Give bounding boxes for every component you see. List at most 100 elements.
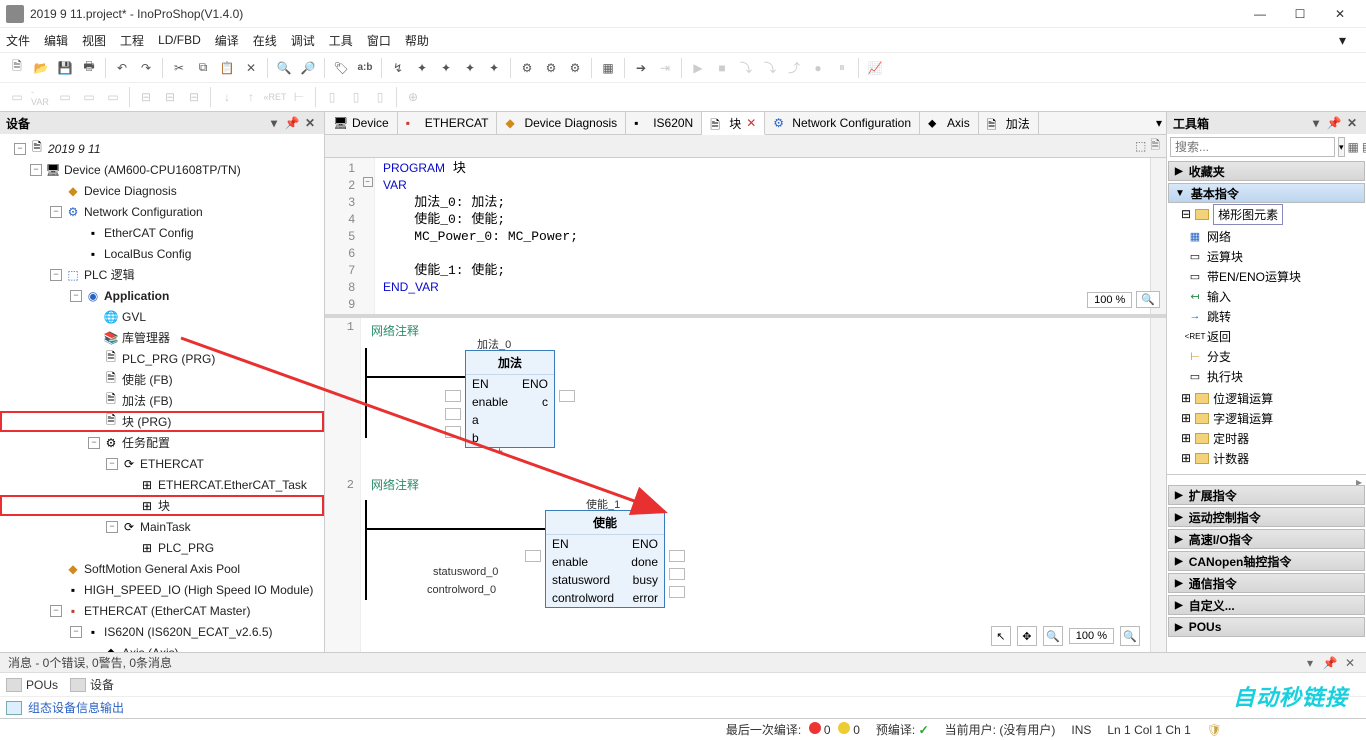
run-icon[interactable]: ▶ (687, 57, 709, 79)
block-shineng[interactable]: 使能 ENENO enabledone statuswordbusy contr… (545, 510, 665, 608)
menu-ldfbd[interactable]: LD/FBD (158, 33, 201, 47)
item-jump[interactable]: →跳转 (1187, 306, 1366, 326)
search-opt2-icon[interactable]: ▤ (1362, 137, 1366, 157)
tree-netconf[interactable]: −⚙Network Configuration (0, 201, 324, 222)
lt14-icon[interactable]: ⊕ (402, 86, 424, 108)
cat-comm[interactable]: ▶通信指令 (1168, 573, 1365, 593)
folder-bitlogic[interactable]: ⊞位逻辑运算 (1175, 388, 1366, 408)
lt-ret-icon[interactable]: «RET (264, 86, 286, 108)
tree-ethercat-cfg[interactable]: ▪EtherCAT Config (0, 222, 324, 243)
new-icon[interactable]: 🗎 (6, 57, 28, 79)
messages-pin-icon[interactable]: 📌 (1322, 655, 1338, 671)
stop-icon[interactable]: ■ (711, 57, 733, 79)
folder-timer[interactable]: ⊞定时器 (1175, 428, 1366, 448)
device-tree[interactable]: −🗎2019 9 11 −🖥Device (AM600-CPU1608TP/TN… (0, 134, 324, 652)
tree-plc-logic[interactable]: −⬚PLC 逻辑 (0, 264, 324, 285)
tag3-icon[interactable]: ✦ (483, 57, 505, 79)
lt8-icon[interactable]: ↓ (216, 86, 238, 108)
tree-is620n[interactable]: −▪IS620N (IS620N_ECAT_v2.6.5) (0, 621, 324, 642)
tree-device[interactable]: −🖥Device (AM600-CPU1608TP/TN) (0, 159, 324, 180)
lt-var-icon[interactable]: -VAR (30, 86, 52, 108)
minimize-button[interactable]: — (1240, 2, 1280, 26)
tab-axis[interactable]: ⬥Axis (920, 112, 979, 134)
lt4-icon[interactable]: ▭ (102, 86, 124, 108)
toolbox-close-icon[interactable]: ✕ (1344, 115, 1360, 131)
search-input[interactable] (1170, 137, 1335, 157)
messages-dropdown-icon[interactable]: ▾ (1302, 655, 1318, 671)
tab-ethercat[interactable]: ▪ETHERCAT (398, 112, 498, 134)
ladder-cursor-icon[interactable]: ↖ (991, 626, 1011, 646)
menu-help[interactable]: 帮助 (405, 32, 429, 49)
item-eneno[interactable]: ▭带EN/ENO运算块 (1187, 266, 1366, 286)
tree-jiafa-fb[interactable]: 🗎加法 (FB) (0, 390, 324, 411)
messages-close-icon[interactable]: ✕ (1342, 655, 1358, 671)
pause-icon[interactable]: ⏸ (831, 57, 853, 79)
cat-ext[interactable]: ▶扩展指令 (1168, 485, 1365, 505)
config-output-bar[interactable]: 组态设备信息输出 (0, 696, 1366, 718)
item-network[interactable]: ▦网络 (1187, 226, 1366, 246)
ab-icon[interactable]: a:b (354, 57, 376, 79)
cat-canopen[interactable]: ▶CANopen轴控指令 (1168, 551, 1365, 571)
tree-diagnosis[interactable]: ◆Device Diagnosis (0, 180, 324, 201)
ladder-editor[interactable]: 1 2 网络注释 加法_0 加法 ENENO enablec a b (325, 318, 1166, 652)
cat-pous[interactable]: ▶POUs (1168, 617, 1365, 637)
tree-shineng-fb[interactable]: 🗎使能 (FB) (0, 369, 324, 390)
lt9-icon[interactable]: ↑ (240, 86, 262, 108)
tree-root[interactable]: −🗎2019 9 11 (0, 138, 324, 159)
tab-is620n[interactable]: ▪IS620N (626, 112, 702, 134)
tab-jiafa[interactable]: 🗎加法 (979, 112, 1039, 134)
lt5-icon[interactable]: ⊟ (135, 86, 157, 108)
subcat-ladder[interactable]: ⊟梯形图元素 (1175, 204, 1366, 224)
toolbox-pin-icon[interactable]: 📌 (1326, 115, 1342, 131)
bottom-tab-devices[interactable]: 设备 (70, 676, 114, 693)
tree-axis[interactable]: ⬥Axis (Axis) (0, 642, 324, 652)
tree-application[interactable]: −◉Application (0, 285, 324, 306)
tree-ethercat-task-group[interactable]: −⟳ETHERCAT (0, 453, 324, 474)
ladder-zoom[interactable]: 100 % (1069, 628, 1114, 644)
tree-libmgr[interactable]: 📚库管理器 (0, 327, 324, 348)
tree-maintask-prg[interactable]: ⊞PLC_PRG (0, 537, 324, 558)
open-icon[interactable]: 📂 (30, 57, 52, 79)
ladder-zoomfit-icon[interactable]: 🔍 (1120, 626, 1140, 646)
tab-netconf[interactable]: ⚙Network Configuration (765, 112, 920, 134)
folder-counter[interactable]: ⊞计数器 (1175, 448, 1366, 468)
dock-doc-icon[interactable]: 🗎 (1150, 136, 1160, 157)
cut-icon[interactable]: ✂ (168, 57, 190, 79)
menu-window[interactable]: 窗口 (367, 32, 391, 49)
ladder-vscroll[interactable] (1150, 318, 1166, 652)
declaration-editor[interactable]: 123456789 − PROGRAM 块 VAR 加法_0: 加法; 使能_0… (325, 158, 1166, 318)
maximize-button[interactable]: ☐ (1280, 2, 1320, 26)
step-out-icon[interactable]: ⤴ (783, 57, 805, 79)
tree-ethercat-master[interactable]: −▪ETHERCAT (EtherCAT Master) (0, 600, 324, 621)
tabs-dropdown-icon[interactable]: ▾ (1152, 112, 1166, 134)
menu-debug[interactable]: 调试 (291, 32, 315, 49)
tab-close-icon[interactable]: ✕ (746, 116, 756, 130)
tag-icon[interactable]: ✦ (435, 57, 457, 79)
lt2-icon[interactable]: ▭ (54, 86, 76, 108)
tree-softmotion[interactable]: ◆SoftMotion General Axis Pool (0, 558, 324, 579)
search-dropdown-icon[interactable]: ▾ (1338, 137, 1345, 157)
lt7-icon[interactable]: ⊟ (183, 86, 205, 108)
panel-dropdown-icon[interactable]: ▾ (266, 115, 282, 131)
network-icon[interactable]: ↯ (387, 57, 409, 79)
rebuild-icon[interactable]: ⚙ (540, 57, 562, 79)
login-icon[interactable]: ➔ (630, 57, 652, 79)
cat-fav[interactable]: ▶收藏夹 (1168, 161, 1365, 181)
messages-bar[interactable]: 消息 - 0个错误, 0警告, 0条消息 ▾ 📌 ✕ (0, 652, 1366, 672)
code-zoom-icon[interactable]: 🔍 (1136, 291, 1160, 308)
tree-gvl[interactable]: 🌐GVL (0, 306, 324, 327)
save-icon[interactable]: 💾 (54, 57, 76, 79)
menu-view[interactable]: 视图 (82, 32, 106, 49)
item-block[interactable]: ▭运算块 (1187, 246, 1366, 266)
cat-basic[interactable]: ▼基本指令 (1168, 183, 1365, 203)
doc-icon[interactable]: ▦ (597, 57, 619, 79)
close-button[interactable]: ✕ (1320, 2, 1360, 26)
tree-localbus-cfg[interactable]: ▪LocalBus Config (0, 243, 324, 264)
tree-maintask[interactable]: −⟳MainTask (0, 516, 324, 537)
lt3-icon[interactable]: ▭ (78, 86, 100, 108)
lt10-icon[interactable]: ⊢ (288, 86, 310, 108)
block-jiafa[interactable]: 加法 ENENO enablec a b (465, 350, 555, 448)
menu-edit[interactable]: 编辑 (44, 32, 68, 49)
findnext-icon[interactable]: 🔎 (297, 57, 319, 79)
ladder-zoom-icon[interactable]: 🔍 (1043, 626, 1063, 646)
